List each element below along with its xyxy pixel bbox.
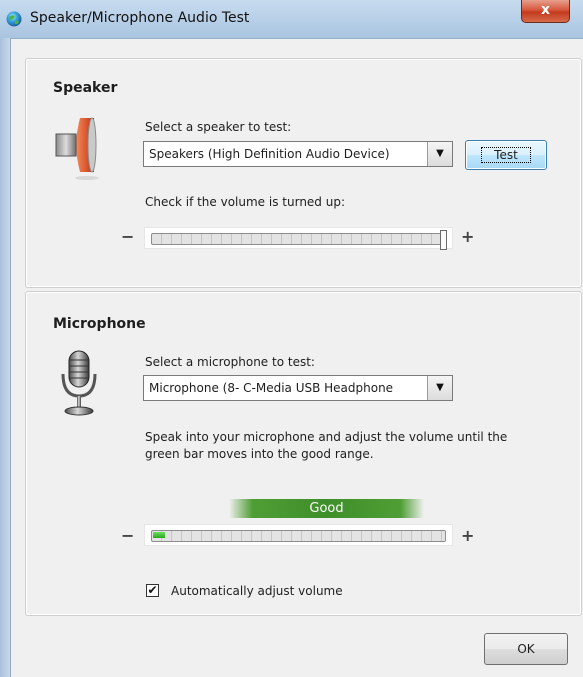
microphone-heading: Microphone xyxy=(53,316,146,332)
audio-test-window: Speaker/Microphone Audio Test x Speaker … xyxy=(0,0,583,677)
window-title: Speaker/Microphone Audio Test xyxy=(30,10,250,26)
microphone-level-meter[interactable] xyxy=(144,524,453,546)
chevron-down-icon[interactable]: ▼ xyxy=(427,142,452,166)
mic-volume-decrease-icon[interactable]: − xyxy=(121,526,134,545)
microphone-instructions-line2: green bar moves into the good range. xyxy=(145,447,374,461)
speaker-select-label: Select a speaker to test: xyxy=(145,120,292,134)
speaker-dropdown-value: Speakers (High Definition Audio Device) xyxy=(149,147,390,161)
speaker-dropdown[interactable]: Speakers (High Definition Audio Device) … xyxy=(143,141,453,167)
test-button-label: Test xyxy=(481,147,531,163)
title-bar[interactable]: Speaker/Microphone Audio Test x xyxy=(0,0,583,39)
ok-button-label: OK xyxy=(517,642,535,656)
volume-label: Check if the volume is turned up: xyxy=(145,195,345,209)
speaker-heading: Speaker xyxy=(53,80,118,96)
microphone-level-track xyxy=(151,530,446,542)
chevron-down-icon[interactable]: ▼ xyxy=(427,376,452,400)
speaker-icon xyxy=(55,117,99,180)
microphone-dropdown[interactable]: Microphone (8- C-Media USB Headphone ▼ xyxy=(143,375,453,401)
volume-increase-icon[interactable]: + xyxy=(461,227,474,246)
auto-adjust-label: Automatically adjust volume xyxy=(171,584,343,598)
close-icon: x xyxy=(540,2,551,18)
test-button[interactable]: Test xyxy=(465,140,547,170)
globe-icon xyxy=(6,11,22,27)
auto-adjust-checkbox[interactable]: ✔ xyxy=(146,584,159,597)
microphone-level-fill xyxy=(153,532,165,538)
checkmark-icon: ✔ xyxy=(147,583,158,597)
mic-volume-increase-icon[interactable]: + xyxy=(461,526,474,545)
speaker-volume-track xyxy=(151,233,446,245)
speaker-volume-slider[interactable] xyxy=(144,227,453,250)
window-frame xyxy=(0,38,11,677)
microphone-select-label: Select a microphone to test: xyxy=(145,355,315,369)
speaker-volume-thumb[interactable] xyxy=(440,230,447,250)
microphone-icon xyxy=(61,350,97,416)
microphone-dropdown-value: Microphone (8- C-Media USB Headphone xyxy=(149,381,394,395)
good-range-indicator: Good xyxy=(229,499,424,518)
microphone-instructions-line1: Speak into your microphone and adjust th… xyxy=(145,430,508,444)
close-button[interactable]: x xyxy=(521,0,570,23)
ok-button[interactable]: OK xyxy=(484,633,568,665)
volume-decrease-icon[interactable]: − xyxy=(121,227,134,246)
